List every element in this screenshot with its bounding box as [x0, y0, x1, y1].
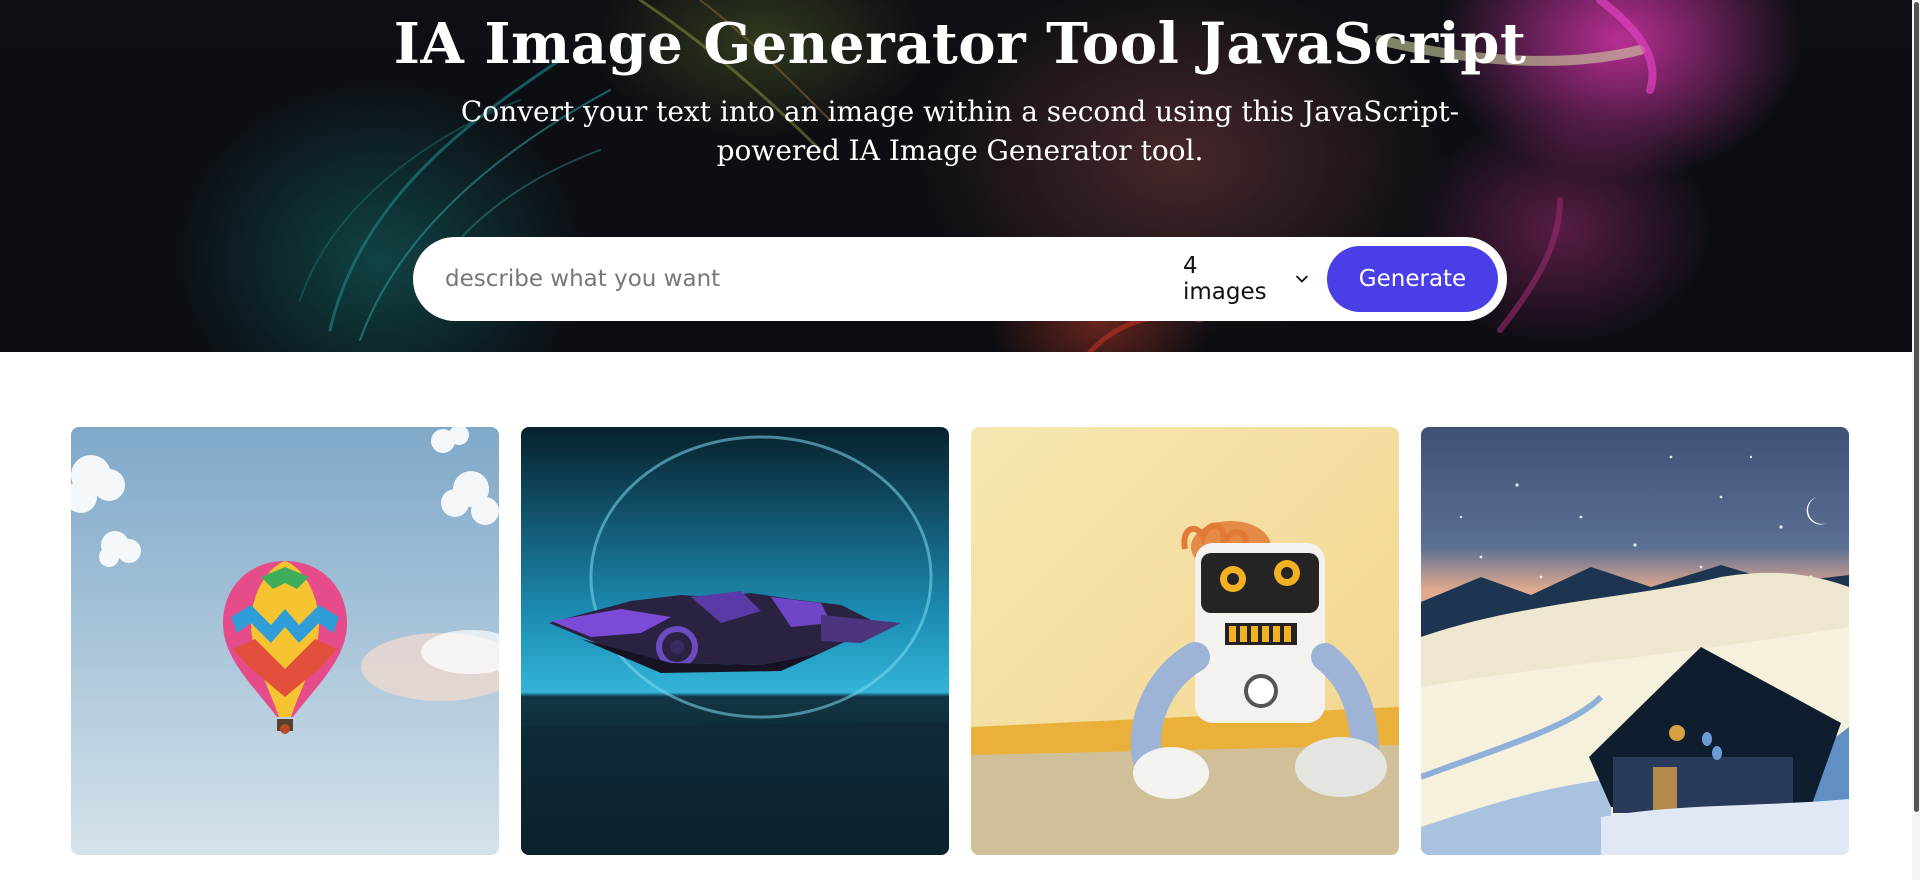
prompt-input[interactable]	[445, 255, 1145, 303]
gallery-image-card[interactable]	[971, 427, 1399, 855]
scrollbar-thumb[interactable]	[1914, 2, 1919, 812]
hot-air-balloon-image-icon	[71, 427, 499, 855]
spaceship-image-icon	[521, 427, 949, 855]
prompt-search-bar: 4 images Generate	[413, 237, 1507, 321]
image-count-value: 4 images	[1183, 253, 1267, 305]
plush-robot-image-icon	[971, 427, 1399, 855]
snowy-cabin-night-image-icon	[1421, 427, 1849, 855]
chevron-down-icon	[1296, 275, 1308, 283]
gallery-image-card[interactable]	[1421, 427, 1849, 855]
generate-button[interactable]: Generate	[1327, 246, 1498, 312]
gallery-image-card[interactable]	[521, 427, 949, 855]
page-subtitle: Convert your text into an image within a…	[460, 95, 1460, 167]
hero-banner: IA Image Generator Tool JavaScript Conve…	[0, 0, 1920, 352]
gallery-image-card[interactable]	[71, 427, 499, 855]
image-count-select[interactable]: 4 images	[1183, 253, 1309, 305]
page-scrollbar[interactable]	[1912, 0, 1920, 880]
page-title: IA Image Generator Tool JavaScript	[393, 11, 1527, 77]
